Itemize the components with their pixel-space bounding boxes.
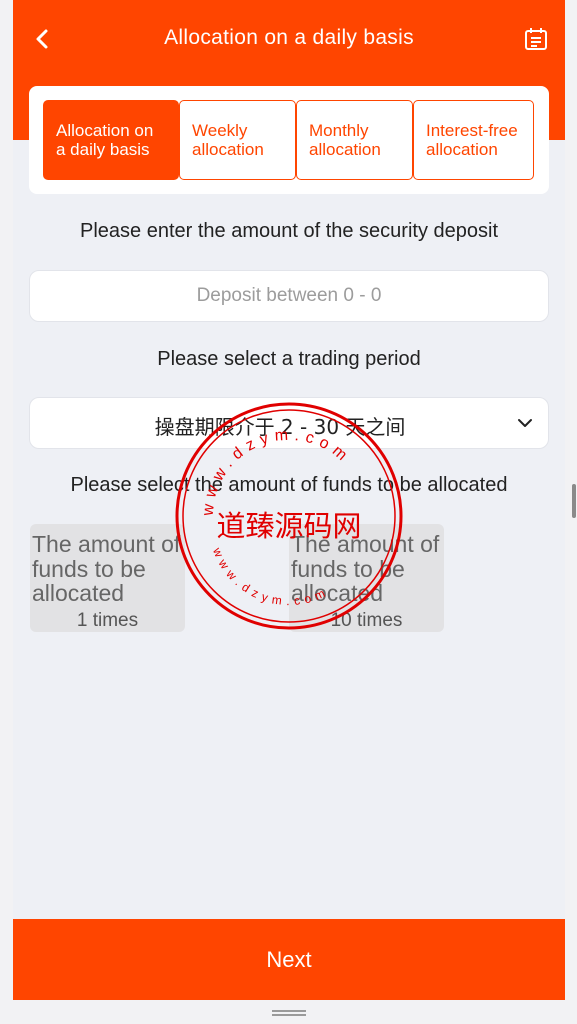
fund-option-times: 1 times	[76, 610, 139, 631]
left-frame	[0, 0, 13, 1024]
back-button[interactable]	[29, 24, 59, 54]
chevron-left-icon	[36, 29, 48, 49]
app-screen: Allocation on a daily basis Allocation o…	[13, 0, 565, 1000]
fund-option-title: The amount of funds to be allocated	[32, 531, 181, 606]
fund-option-10x[interactable]: The amount of funds to be allocated 10 t…	[289, 524, 444, 632]
chevron-down-icon	[518, 419, 532, 427]
tab-monthly[interactable]: Monthly allocation	[296, 100, 413, 180]
next-button[interactable]: Next	[13, 919, 565, 1000]
period-selected-value: 操盘期限介于 2 - 30 天之间	[154, 415, 406, 439]
deposit-field-box	[29, 270, 549, 322]
drag-handle-icon[interactable]	[272, 1010, 306, 1016]
tab-weekly[interactable]: Weekly allocation	[179, 100, 296, 180]
tab-daily[interactable]: Allocation on a daily basis	[43, 100, 179, 180]
tab-label: Weekly allocation	[192, 121, 264, 159]
fund-option-title: The amount of funds to be allocated	[291, 531, 440, 606]
tab-interest-free[interactable]: Interest-free allocation	[413, 100, 534, 180]
period-label: Please select a trading period	[157, 348, 421, 370]
fund-option-times: 10 times	[330, 610, 403, 631]
page-title: Allocation on a daily basis	[164, 26, 414, 49]
tab-label: Allocation on a daily basis	[56, 121, 154, 159]
scrollbar-thumb[interactable]	[572, 484, 576, 518]
deposit-input[interactable]	[30, 271, 548, 321]
allocation-tabs: Allocation on a daily basis Weekly alloc…	[29, 86, 549, 194]
deposit-label: Please enter the amount of the security …	[79, 220, 499, 242]
calendar-button[interactable]	[523, 26, 549, 52]
tab-label: Monthly allocation	[309, 121, 381, 159]
funds-label: Please select the amount of funds to be …	[70, 474, 508, 496]
right-frame	[565, 0, 577, 1024]
period-select[interactable]: 操盘期限介于 2 - 30 天之间	[29, 397, 549, 449]
calendar-list-icon	[525, 28, 547, 50]
fund-option-1x[interactable]: The amount of funds to be allocated 1 ti…	[30, 524, 185, 632]
tab-label: Interest-free allocation	[426, 121, 518, 159]
